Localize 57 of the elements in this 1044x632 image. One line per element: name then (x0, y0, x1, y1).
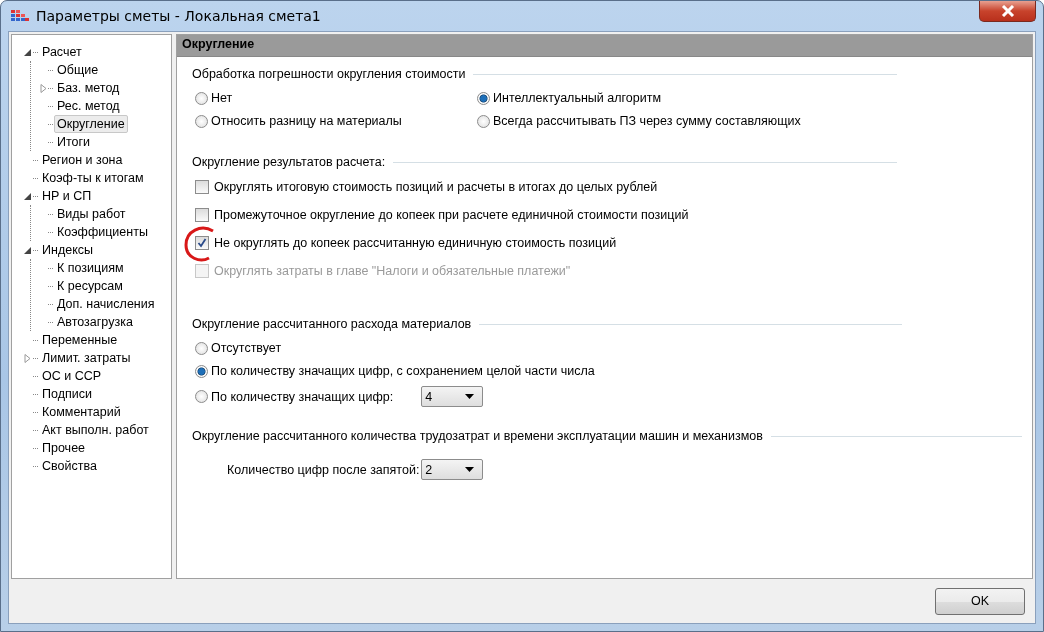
tree-item[interactable]: Переменные (39, 331, 121, 349)
tree-item[interactable]: Округление (54, 115, 128, 133)
field-label: Количество цифр после запятой: (227, 462, 420, 477)
group-title: Обработка погрешности округления стоимости (192, 67, 466, 81)
radio-option[interactable]: Всегда рассчитывать ПЗ через сумму составляющих (477, 113, 1022, 129)
checkbox[interactable] (195, 179, 209, 194)
tree-item[interactable]: Индексы (39, 241, 96, 259)
tree-item[interactable]: Виды работ (54, 205, 129, 223)
radio-option[interactable]: Относить разницу на материалы (195, 113, 477, 129)
tree-item[interactable]: Коэффициенты (54, 223, 151, 241)
radio-option[interactable]: По количеству значащих цифр: (195, 388, 394, 405)
panel-header: Округление (177, 35, 1032, 57)
tree-item[interactable]: Лимит. затраты (39, 349, 134, 367)
digits-dropdown[interactable]: 2 (421, 459, 484, 480)
tree-item[interactable]: Автозагрузка (54, 313, 136, 331)
ok-button[interactable]: OK (935, 587, 1025, 615)
tree-item[interactable]: Общие (54, 61, 102, 79)
checkbox-label: Не округлять до копеек рассчитанную единичную стоимость позиций (214, 235, 617, 250)
radio-option[interactable]: Интеллектуальный алгоритм (477, 90, 1022, 106)
group-title: Округление рассчитанного количества трудозатрат и времени эксплуатации машин и механизмов (192, 429, 763, 443)
tree-item[interactable]: Расчет (39, 43, 85, 61)
checkbox-label: Округлять итоговую стоимость позиций и расчеты в итогах до целых рублей (214, 179, 658, 194)
checkbox-label: Округлять затраты в главе "Налоги и обязательные платежи" (214, 263, 571, 278)
app-icon (11, 8, 29, 24)
checkbox-label: Промежуточное округление до копеек при расчете единичной стоимости позиций (214, 207, 689, 222)
tree-item[interactable]: Рес. метод (54, 97, 123, 115)
tree-item[interactable]: Подписи (39, 385, 95, 403)
expanded-arrow-icon[interactable] (23, 47, 32, 57)
close-icon (1000, 5, 1015, 17)
check-icon (197, 237, 207, 248)
checkbox[interactable] (195, 207, 209, 222)
dropdown-arrow-icon (465, 467, 475, 472)
tree-item[interactable]: К позициям (54, 259, 127, 277)
group-title: Округление рассчитанного расхода материалов (192, 317, 472, 331)
tree-item[interactable]: К ресурсам (54, 277, 126, 295)
radio-option[interactable]: По количеству значащих цифр, с сохранением целой части числа (195, 363, 595, 379)
tree-item[interactable]: Свойства (39, 457, 100, 475)
checkbox[interactable] (195, 235, 209, 250)
tree-item[interactable]: Коэф-ты к итогам (39, 169, 147, 187)
tree-item[interactable]: Прочее (39, 439, 89, 457)
radio-option[interactable]: Отсутствует (195, 340, 282, 356)
tree-item[interactable]: Итоги (54, 133, 94, 151)
tree-item[interactable]: ОС и ССР (39, 367, 105, 385)
group-title: Округление результатов расчета: (192, 155, 386, 169)
tree-item[interactable]: Баз. метод (54, 79, 123, 97)
dropdown-arrow-icon (465, 394, 475, 399)
expanded-arrow-icon[interactable] (23, 245, 32, 255)
digits-dropdown[interactable]: 4 (421, 386, 484, 407)
tree-item[interactable]: Регион и зона (39, 151, 126, 169)
expanded-arrow-icon[interactable] (23, 191, 32, 201)
window-title: Параметры сметы - Локальная смета1 (36, 8, 321, 24)
close-button[interactable] (979, 1, 1036, 22)
tree-item[interactable]: Акт выполн. работ (39, 421, 152, 439)
tree-item[interactable]: Доп. начисления (54, 295, 158, 313)
radio-option[interactable]: Нет (195, 90, 477, 106)
tree-item[interactable]: НР и СП (39, 187, 95, 205)
tree-item[interactable]: Комментарий (39, 403, 124, 421)
